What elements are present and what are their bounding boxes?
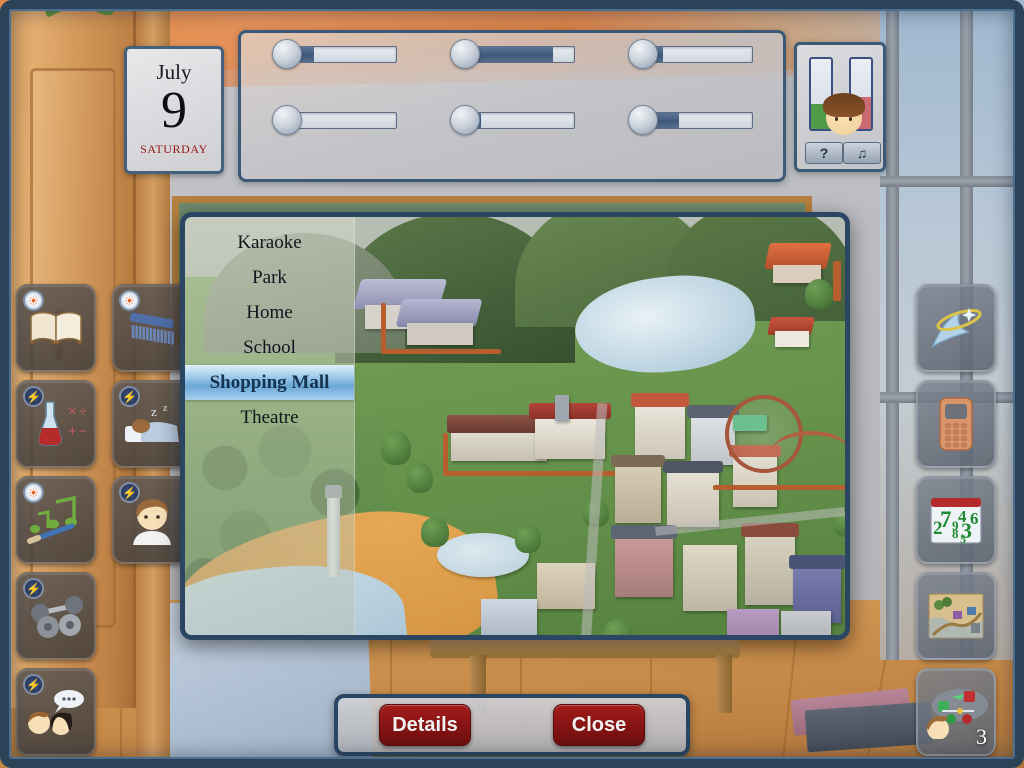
stat-art-music	[425, 39, 599, 107]
cellphone-icon	[924, 388, 988, 460]
sun-badge: ☀	[119, 290, 140, 311]
stat-sports	[603, 39, 777, 107]
location-item-home[interactable]: Home	[185, 295, 354, 330]
svg-text:8: 8	[952, 526, 959, 541]
dialog-button-bar: Details Close	[334, 694, 690, 756]
svg-text:z: z	[163, 403, 168, 414]
location-item-theatre[interactable]: Theatre	[185, 400, 354, 435]
activity-study-science[interactable]: ⚡ ×÷+−	[16, 380, 96, 468]
location-item-shopping-mall[interactable]: Shopping Mall	[185, 365, 354, 400]
date-month: July	[156, 59, 192, 84]
svg-text:5: 5	[960, 532, 966, 546]
location-item-school[interactable]: School	[185, 330, 354, 365]
avatar	[823, 93, 865, 135]
svg-text:7: 7	[940, 507, 952, 532]
svg-text:z: z	[151, 404, 157, 419]
location-item-karaoke[interactable]: Karaoke	[185, 225, 354, 260]
help-button[interactable]: ?	[805, 142, 843, 164]
details-button[interactable]: Details	[379, 704, 471, 746]
book-gray	[804, 701, 934, 753]
date-panel: July 9 Saturday	[124, 46, 224, 174]
stat-progress-bar	[648, 45, 753, 63]
svg-text:×: ×	[68, 403, 77, 420]
stat-progress-bar	[470, 111, 575, 129]
game-screen: July 9 Saturday ? ♫ ☀ ⚡ ×÷+− ☀ ⚡ ⚡ ☀ ⚡ zz ⚡ 2794…	[0, 0, 1024, 768]
date-weekday: Saturday	[140, 138, 208, 158]
svg-text:÷: ÷	[79, 403, 86, 420]
stat-level	[449, 39, 480, 69]
stats-panel	[238, 30, 786, 182]
right-sidebar: 27946835 3	[916, 284, 996, 764]
magic-sparkle-icon	[924, 292, 988, 364]
calendar-button[interactable]: 27946835	[916, 476, 996, 564]
stat-fashion	[425, 105, 599, 173]
moon-badge: ⚡	[23, 674, 44, 695]
sun-badge: ☀	[23, 482, 44, 503]
stat-level	[271, 39, 302, 69]
stat-level	[627, 105, 658, 135]
stat-progress-bar	[292, 111, 397, 129]
phone-button[interactable]	[916, 380, 996, 468]
map-button[interactable]	[916, 572, 996, 660]
moon-badge: ⚡	[119, 386, 140, 407]
moon-badge: ⚡	[119, 482, 140, 503]
close-button[interactable]: Close	[553, 704, 645, 746]
stat-progress-bar	[648, 111, 753, 129]
moon-badge: ⚡	[23, 386, 44, 407]
location-list: Karaoke Park Home School Shopping Mall Theatr…	[185, 217, 355, 635]
stat-literature	[247, 39, 421, 107]
magic-wand-button[interactable]	[916, 284, 996, 372]
left-sidebar-column-one: ☀ ⚡ ×÷+− ☀ ⚡ ⚡	[16, 284, 96, 764]
date-day: 9	[161, 81, 187, 139]
desk-leg	[716, 655, 732, 713]
moon-badge: ⚡	[23, 578, 44, 599]
location-item-park[interactable]: Park	[185, 260, 354, 295]
goals-button[interactable]: 3	[916, 668, 996, 756]
svg-text:−: −	[79, 423, 86, 440]
map-dialog: Karaoke Park Home School Shopping Mall Theatr…	[180, 212, 850, 640]
goal-count: 3	[976, 724, 987, 749]
activity-read[interactable]: ☀	[16, 284, 96, 372]
stat-science-math	[247, 105, 421, 173]
stat-progress-bar	[292, 45, 397, 63]
music-button[interactable]: ♫	[843, 142, 881, 164]
activity-socialize[interactable]: ⚡	[16, 668, 96, 756]
stat-level	[627, 39, 658, 69]
stat-popularity	[603, 105, 777, 173]
activity-exercise[interactable]: ⚡	[16, 572, 96, 660]
activity-art-music[interactable]: ☀	[16, 476, 96, 564]
avatar-panel: ? ♫	[794, 42, 886, 172]
stat-level	[449, 105, 480, 135]
svg-text:+: +	[68, 423, 77, 440]
map-icon	[924, 580, 988, 652]
potted-plant-top	[40, 0, 130, 32]
stat-progress-bar	[470, 45, 575, 63]
sun-badge: ☀	[23, 290, 44, 311]
stat-level	[271, 105, 302, 135]
calendar-numbers-icon: 27946835	[924, 484, 988, 556]
